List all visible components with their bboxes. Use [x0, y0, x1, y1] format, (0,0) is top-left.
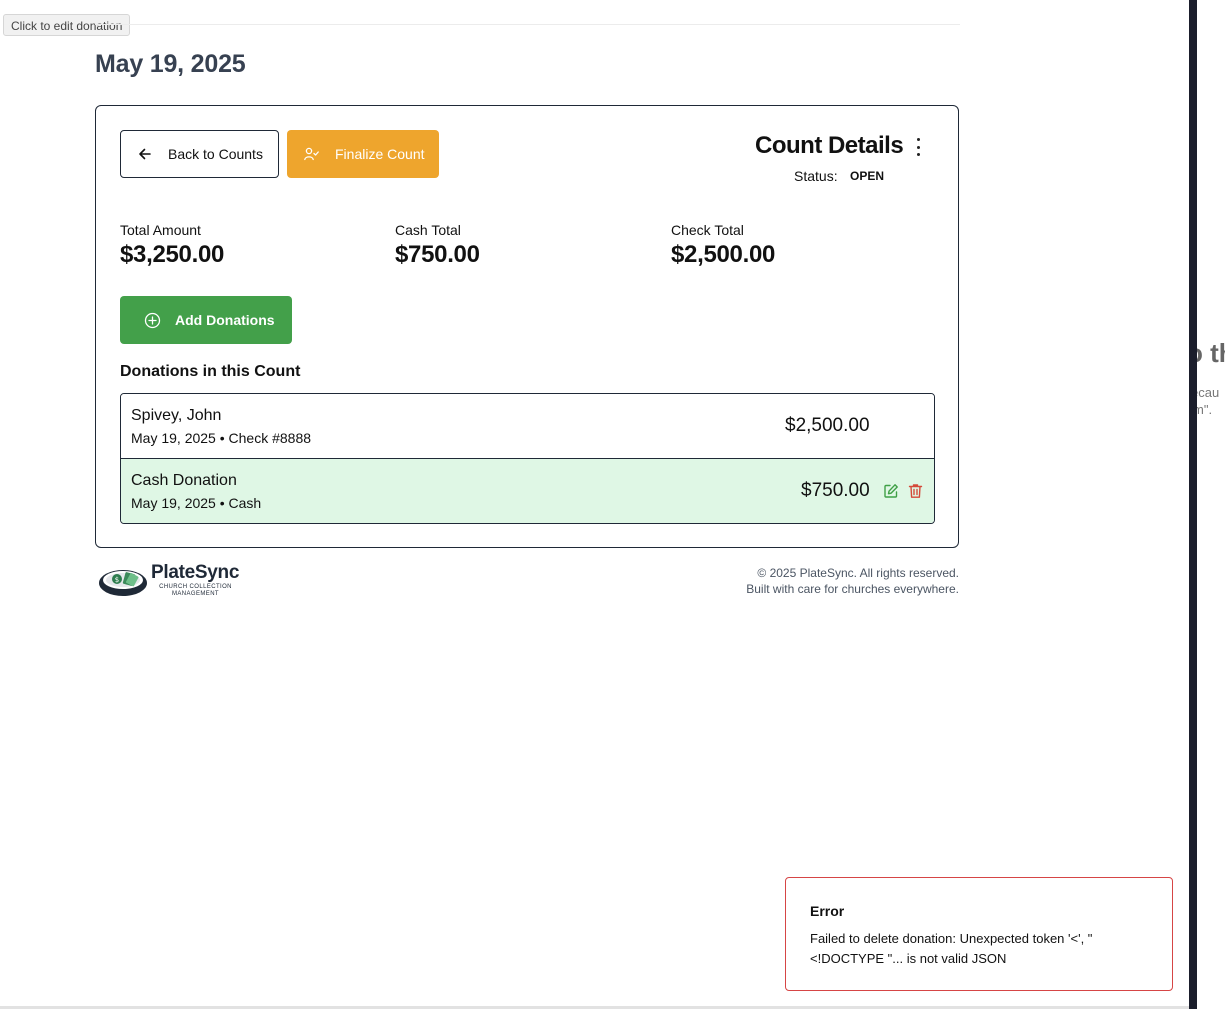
- count-details-title: Count Details: [755, 132, 904, 159]
- logo-name: PlateSync: [151, 562, 240, 583]
- donor-name: Spivey, John: [131, 407, 222, 424]
- back-to-counts-button[interactable]: Back to Counts: [120, 130, 279, 178]
- finalize-count-label: Finalize Count: [335, 146, 425, 162]
- top-divider: [95, 24, 960, 25]
- plus-circle-icon: [144, 312, 161, 328]
- donation-list: Spivey, John May 19, 2025 • Check #8888 …: [120, 393, 935, 524]
- page-title: May 19, 2025: [95, 50, 246, 78]
- background-heading-fragment: o th: [1197, 338, 1225, 368]
- total-amount-label: Total Amount: [120, 222, 201, 238]
- donation-row[interactable]: Spivey, John May 19, 2025 • Check #8888 …: [121, 394, 934, 459]
- donation-amount: $750.00: [801, 480, 870, 501]
- donation-row-selected[interactable]: Cash Donation May 19, 2025 • Cash $750.0…: [121, 459, 934, 523]
- cash-total-label: Cash Total: [395, 222, 461, 238]
- arrow-left-icon: [139, 148, 151, 160]
- donation-amount: $2,500.00: [785, 415, 870, 436]
- trash-icon[interactable]: [906, 482, 924, 500]
- toast-title: Error: [810, 903, 845, 919]
- toast-message: Failed to delete donation: Unexpected to…: [810, 931, 1093, 966]
- platesync-logo: $ PlateSync CHURCH COLLECTION MANAGEMENT: [97, 561, 242, 603]
- check-total-value: $2,500.00: [671, 241, 776, 268]
- platesync-logo-icon: $: [99, 570, 147, 596]
- edit-donation-tooltip: Click to edit donation: [3, 14, 131, 36]
- check-total-label: Check Total: [671, 222, 744, 238]
- donation-meta: May 19, 2025 • Check #8888: [131, 430, 312, 446]
- status-label: Status:: [794, 168, 838, 184]
- more-vertical-icon[interactable]: [912, 138, 924, 156]
- back-to-counts-label: Back to Counts: [168, 146, 263, 162]
- background-text-fragment: ecau: [1197, 385, 1220, 400]
- donor-name: Cash Donation: [131, 472, 237, 489]
- logo-tagline: CHURCH COLLECTION MANAGEMENT: [159, 584, 232, 597]
- footer-tagline: Built with care for churches everywhere.: [746, 582, 959, 596]
- count-details-card: Back to Counts Finalize Count Count Deta…: [95, 105, 959, 548]
- background-text-fragment: m".: [1197, 402, 1213, 417]
- error-toast[interactable]: Error Failed to delete donation: Unexpec…: [785, 877, 1173, 991]
- svg-text:$: $: [115, 576, 119, 584]
- add-donations-label: Add Donations: [175, 312, 275, 328]
- user-check-icon: [304, 147, 319, 161]
- add-donations-button[interactable]: Add Donations: [120, 296, 292, 344]
- footer-copyright: © 2025 PlateSync. All rights reserved.: [757, 566, 959, 580]
- finalize-count-button[interactable]: Finalize Count: [287, 130, 439, 178]
- donation-meta: May 19, 2025 • Cash: [131, 495, 262, 511]
- total-amount-value: $3,250.00: [120, 241, 225, 268]
- status-badge: OPEN: [850, 169, 885, 183]
- donations-section-title: Donations in this Count: [120, 363, 301, 380]
- window-divider: [1189, 0, 1197, 1009]
- background-window-panel: o th ecau m".: [1197, 0, 1225, 1009]
- edit-icon[interactable]: [882, 482, 900, 500]
- cash-total-value: $750.00: [395, 241, 480, 268]
